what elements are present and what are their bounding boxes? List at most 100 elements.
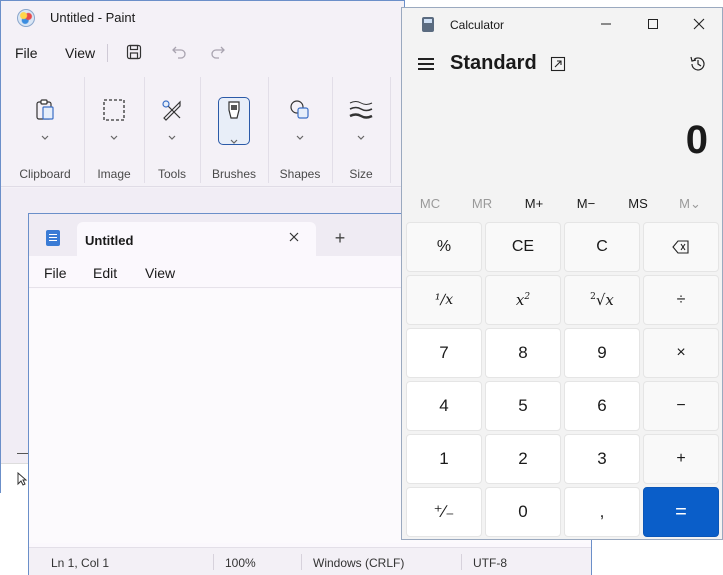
square-button[interactable]: x2 [485,275,561,325]
digit-4-button[interactable]: 4 [406,381,482,431]
paint-titlebar: Untitled - Paint [1,1,404,35]
ribbon-label-size: Size [349,167,373,181]
ribbon-divider [200,77,201,183]
status-divider [301,554,302,570]
ribbon-group-clipboard[interactable]: Clipboard [9,75,81,187]
ribbon-group-brushes[interactable]: Brushes [204,75,264,187]
menu-hamburger-icon[interactable] [418,58,434,70]
notepad-app-icon [46,230,60,246]
memory-clear-button[interactable]: MC [404,196,456,211]
clipboard-icon [32,97,58,123]
backspace-button[interactable] [643,222,719,272]
notepad-menu-edit[interactable]: Edit [93,265,117,281]
clear-button[interactable]: C [564,222,640,272]
paint-menubar: File View [1,39,404,69]
digit-9-button[interactable]: 9 [564,328,640,378]
ribbon-group-size[interactable]: Size [335,75,387,187]
memory-recall-button[interactable]: MR [456,196,508,211]
memory-add-button[interactable]: M+ [508,196,560,211]
close-icon[interactable] [689,14,709,34]
history-icon[interactable] [689,55,707,78]
calculator-title: Calculator [450,18,505,32]
subtract-button[interactable]: − [643,381,719,431]
paint-menu-view[interactable]: View [65,45,95,61]
reciprocal-button[interactable]: ¹∕x [406,275,482,325]
new-tab-button[interactable]: + [332,229,348,247]
calculator-header: Standard [402,48,722,84]
percent-button[interactable]: % [406,222,482,272]
undo-icon[interactable] [169,42,189,62]
paint-menu-file[interactable]: File [15,45,38,61]
digit-0-button[interactable]: 0 [485,487,561,537]
ribbon-label-brushes: Brushes [211,167,257,181]
ribbon-divider [144,77,145,183]
negate-button[interactable]: ⁺∕₋ [406,487,482,537]
digit-1-button[interactable]: 1 [406,434,482,484]
paint-app-icon [17,9,35,27]
calculator-app-icon [422,17,434,32]
ribbon-group-tools[interactable]: Tools [146,75,198,187]
memory-list-button[interactable]: M⌄ [664,196,716,212]
notepad-menu-file[interactable]: File [44,265,67,281]
multiply-button[interactable]: × [643,328,719,378]
digit-5-button[interactable]: 5 [485,381,561,431]
memory-store-button[interactable]: MS [612,196,664,211]
chevron-down-icon [109,129,119,140]
memory-row: MC MR M+ M− MS M⌄ [402,188,722,216]
status-divider [461,554,462,570]
status-line-ending: Windows (CRLF) [313,556,405,570]
notepad-menu-view[interactable]: View [145,265,175,281]
status-divider [213,554,214,570]
calculator-display: 0 [685,118,708,162]
chevron-down-icon [356,129,366,140]
redo-icon[interactable] [208,42,228,62]
select-image-icon [101,97,127,123]
backspace-icon [672,240,689,254]
digit-2-button[interactable]: 2 [485,434,561,484]
keep-on-top-icon[interactable] [550,56,566,77]
maximize-icon[interactable] [643,14,663,34]
status-cursor-position: Ln 1, Col 1 [51,556,110,570]
calculator-window: Calculator Standard 0 MC MR M+ M− MS M⌄ [401,7,723,540]
square-label: x2 [515,291,531,309]
calculator-titlebar: Calculator [402,8,722,42]
digit-8-button[interactable]: 8 [485,328,561,378]
ribbon-group-shapes[interactable]: Shapes [271,75,329,187]
divide-button[interactable]: ÷ [643,275,719,325]
ribbon-divider [390,77,391,183]
status-encoding: UTF-8 [473,556,507,570]
add-button[interactable]: + [643,434,719,484]
brush-icon [221,99,247,125]
minimize-icon[interactable] [596,14,616,34]
digit-3-button[interactable]: 3 [564,434,640,484]
chevron-down-icon [229,133,239,144]
pointer-icon [17,471,28,491]
ribbon-divider [268,77,269,183]
memory-subtract-button[interactable]: M− [560,196,612,211]
decimal-button[interactable]: , [564,487,640,537]
equals-button[interactable]: = [643,487,719,537]
square-root-button[interactable]: 2√x [564,275,640,325]
ribbon-label-shapes: Shapes [279,167,321,181]
digit-6-button[interactable]: 6 [564,381,640,431]
ribbon-label-tools: Tools [157,167,186,181]
ribbon-label-clipboard: Clipboard [19,167,71,181]
calculator-mode-title: Standard [450,52,537,74]
ribbon-divider [332,77,333,183]
status-zoom: 100% [225,556,256,570]
tools-icon [159,97,185,123]
paint-ribbon: Clipboard Image Tools Brushes Shapes Siz… [1,75,404,187]
shapes-icon [287,97,313,123]
size-icon [348,97,374,123]
square-root-label: 2√x [590,291,614,309]
notepad-statusbar: Ln 1, Col 1 100% Windows (CRLF) UTF-8 [29,547,591,575]
ribbon-group-image[interactable]: Image [87,75,141,187]
chevron-down-icon [167,129,177,140]
chevron-down-icon [40,129,50,140]
close-tab-icon[interactable] [287,231,301,245]
clear-entry-button[interactable]: CE [485,222,561,272]
save-icon[interactable] [124,42,144,62]
chevron-down-icon [295,129,305,140]
digit-7-button[interactable]: 7 [406,328,482,378]
ribbon-label-image: Image [97,167,131,181]
